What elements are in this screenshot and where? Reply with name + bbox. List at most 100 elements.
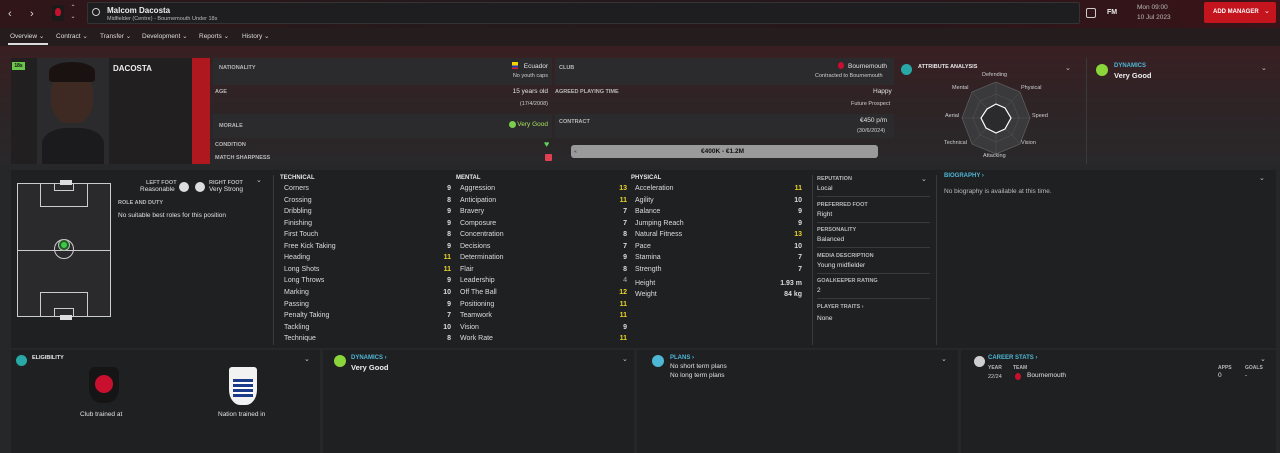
- chevron-down-icon[interactable]: ⌄: [1065, 65, 1071, 72]
- active-tab-underline: [8, 43, 48, 45]
- mental-row[interactable]: Teamwork 11: [460, 312, 627, 323]
- technical-row[interactable]: Marking 10: [284, 289, 451, 300]
- attribute-value: 7: [798, 254, 802, 262]
- technical-row[interactable]: Finishing 9: [284, 220, 451, 231]
- eligibility-panel: ELIGIBILITY ⌄ Club trained at Nation tra…: [11, 350, 320, 453]
- technical-row[interactable]: Corners 9: [284, 185, 451, 196]
- career-team[interactable]: Bournemouth: [1027, 372, 1066, 379]
- chevron-down-icon[interactable]: ⌄: [941, 356, 947, 363]
- player-traits-label[interactable]: PLAYER TRAITS ›: [817, 304, 864, 310]
- nationality-label: NATIONALITY: [219, 65, 256, 71]
- club-crest-icon[interactable]: [52, 5, 64, 21]
- technical-row[interactable]: Technique 8: [284, 335, 451, 346]
- attribute-name: Teamwork: [460, 312, 492, 320]
- technical-row[interactable]: Long Throws 9: [284, 277, 451, 288]
- mental-row[interactable]: Work Rate 11: [460, 335, 627, 346]
- tab-overview[interactable]: Overview ⌄: [8, 32, 48, 45]
- attribute-name: Strength: [635, 265, 662, 273]
- tab-reports[interactable]: Reports ⌄: [199, 32, 229, 40]
- forward-button[interactable]: ›: [30, 8, 42, 20]
- chevron-down-icon[interactable]: ⌄: [622, 356, 628, 363]
- attribute-name: Penalty Taking: [284, 312, 330, 320]
- search-icon: [92, 8, 100, 16]
- fm-menu[interactable]: FM: [1107, 9, 1117, 16]
- mental-row[interactable]: Anticipation 11: [460, 197, 627, 208]
- nationality-value[interactable]: Ecuador: [524, 63, 548, 70]
- physical-row[interactable]: Balance 9: [635, 208, 802, 219]
- technical-row[interactable]: Free Kick Taking 9: [284, 243, 451, 254]
- morale-value[interactable]: Very Good: [517, 121, 548, 128]
- attribute-value: 4: [623, 277, 627, 285]
- club-trained-crest-icon[interactable]: [89, 367, 119, 403]
- height-value: 1.93 m: [780, 280, 802, 287]
- chevron-down-icon[interactable]: ⌄: [1259, 175, 1265, 182]
- add-manager-button[interactable]: ADD MANAGER ⌄: [1204, 2, 1276, 23]
- technical-row[interactable]: Tackling 10: [284, 324, 451, 335]
- career-stats-title[interactable]: CAREER STATS ›: [988, 355, 1037, 361]
- attribute-name: Balance: [635, 208, 661, 216]
- physical-row[interactable]: Agility 10: [635, 197, 802, 208]
- transfer-value-bar[interactable]: €400K - €1.2M «: [571, 145, 878, 158]
- mental-row[interactable]: Concentration 8: [460, 231, 627, 242]
- tab-development[interactable]: Development ⌄: [142, 32, 188, 40]
- mental-row[interactable]: Positioning 11: [460, 301, 627, 312]
- radar-label-attacking: Attacking: [983, 153, 1006, 159]
- tab-history[interactable]: History ⌄: [242, 32, 270, 40]
- physical-row[interactable]: Strength 7: [635, 266, 802, 277]
- chevron-down-icon[interactable]: ⌄: [256, 177, 262, 184]
- radar-label-speed: Speed: [1032, 113, 1048, 119]
- dynamics-bottom-title[interactable]: DYNAMICS ›: [351, 355, 387, 361]
- attribute-value: 9: [447, 208, 451, 216]
- technical-row[interactable]: First Touch 8: [284, 231, 451, 242]
- media-description-label: MEDIA DESCRIPTION: [817, 253, 874, 259]
- club-value[interactable]: Bournemouth: [848, 63, 887, 70]
- mental-row[interactable]: Decisions 7: [460, 243, 627, 254]
- mental-row[interactable]: Leadership 4: [460, 277, 627, 288]
- physical-row[interactable]: Natural Fitness 13: [635, 231, 802, 242]
- chevron-down-icon[interactable]: ⌄: [304, 356, 310, 363]
- technical-row[interactable]: Penalty Taking 7: [284, 312, 451, 323]
- club-panel: CLUB Bournemouth Contracted to Bournemou…: [555, 58, 894, 164]
- preferred-foot-label: PREFERRED FOOT: [817, 202, 868, 208]
- back-button[interactable]: ‹: [8, 8, 20, 20]
- mental-row[interactable]: Vision 9: [460, 324, 627, 335]
- career-goals: -: [1245, 372, 1248, 379]
- mental-row[interactable]: Flair 8: [460, 266, 627, 277]
- physical-row[interactable]: Pace 10: [635, 243, 802, 254]
- technical-row[interactable]: Passing 9: [284, 301, 451, 312]
- tab-transfer[interactable]: Transfer ⌄: [100, 32, 131, 40]
- biography-title[interactable]: BIOGRAPHY ›: [944, 173, 984, 179]
- technical-row[interactable]: Heading 11: [284, 254, 451, 265]
- dynamics-title[interactable]: DYNAMICS: [1114, 63, 1146, 69]
- plans-title[interactable]: PLANS ›: [670, 355, 694, 361]
- attribute-name: Natural Fitness: [635, 231, 683, 239]
- attribute-name: First Touch: [284, 231, 319, 239]
- physical-row[interactable]: Stamina 7: [635, 254, 802, 265]
- mental-row[interactable]: Off The Ball 12: [460, 289, 627, 300]
- physical-row[interactable]: Jumping Reach 9: [635, 220, 802, 231]
- inbox-icon[interactable]: [1086, 8, 1096, 18]
- mental-row[interactable]: Bravery 7: [460, 208, 627, 219]
- nav-tabs: Overview ⌄ Contract ⌄ Transfer ⌄ Developmen…: [0, 28, 1280, 46]
- tab-contract[interactable]: Contract ⌄: [56, 32, 88, 40]
- technical-row[interactable]: Long Shots 11: [284, 266, 451, 277]
- chevron-down-icon[interactable]: ⌄: [921, 176, 927, 183]
- mental-row[interactable]: Determination 9: [460, 254, 627, 265]
- technical-row[interactable]: Dribbling 9: [284, 208, 451, 219]
- mental-row[interactable]: Composure 7: [460, 220, 627, 231]
- dynamics-value: Very Good: [1114, 71, 1152, 80]
- age-group-badge: 18s: [12, 62, 25, 70]
- mental-row[interactable]: Aggression 13: [460, 185, 627, 196]
- up-down-arrows-icon[interactable]: ⌃ ⌄: [69, 4, 77, 24]
- attribute-name: Vision: [460, 323, 479, 331]
- chevron-down-icon[interactable]: ⌄: [1260, 356, 1266, 363]
- technical-row[interactable]: Crossing 8: [284, 197, 451, 208]
- nation-trained-crest-icon[interactable]: [229, 367, 257, 405]
- search-box[interactable]: Malcom Dacosta Midfielder (Centre) - Bou…: [87, 2, 1080, 24]
- apps-header: APPS: [1218, 365, 1232, 371]
- position-marker-icon[interactable]: [59, 240, 69, 250]
- chevron-down-icon[interactable]: ⌄: [1261, 65, 1267, 72]
- player-details: REPUTATION ⌄ Local PREFERRED FOOT Right …: [817, 172, 930, 342]
- physical-row[interactable]: Acceleration 11: [635, 185, 802, 196]
- radar-label-vision: Vision: [1021, 140, 1036, 146]
